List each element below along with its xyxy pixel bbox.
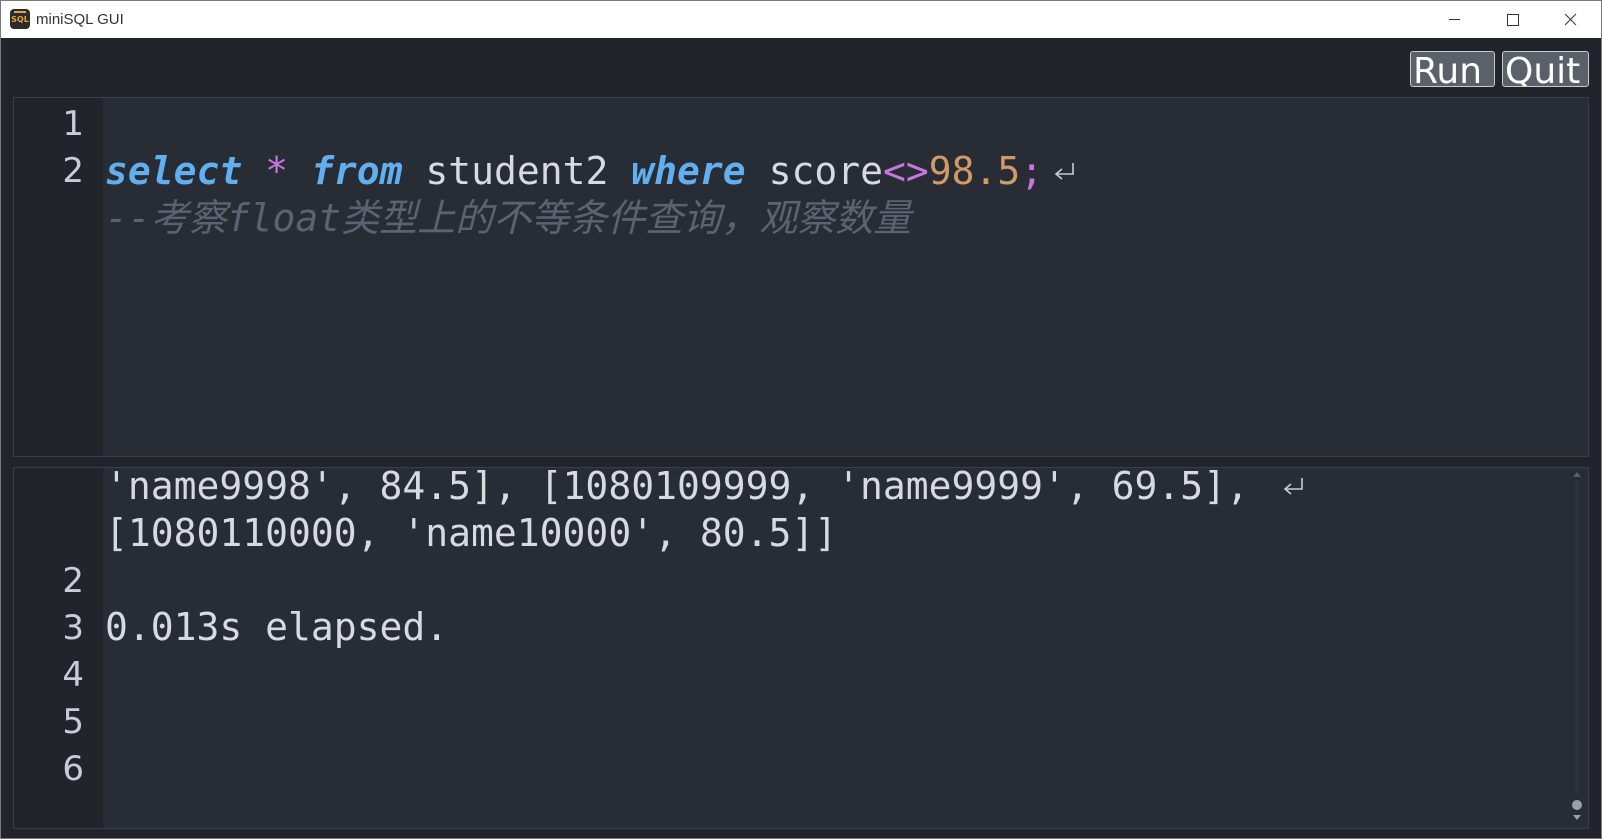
quit-button[interactable]: Quit — [1502, 51, 1589, 87]
output-line-number: 3 — [62, 608, 84, 648]
sql-statement-line: select * from student2 where score<>98.5… — [105, 147, 1079, 195]
operator: <> — [882, 149, 929, 193]
app-icon-label: SQL — [11, 15, 29, 24]
keyword-from: from — [310, 149, 403, 193]
output-line-number: 5 — [62, 702, 84, 742]
output-gutter: 2 3 4 5 6 — [14, 468, 103, 828]
line-wrap-icon — [1283, 478, 1303, 495]
column-name: score — [768, 149, 883, 193]
close-button[interactable] — [1542, 1, 1600, 38]
scroll-thumb[interactable] — [1572, 800, 1582, 810]
value-literal: 98.5 — [928, 149, 1021, 193]
query-editor[interactable]: 1 2 select * from student2 where score<>… — [13, 97, 1589, 457]
output-line-number: 2 — [62, 561, 84, 601]
editor-line-number: 2 — [62, 151, 84, 191]
sql-comment-line: --考察float类型上的不等条件查询，观察数量 — [105, 196, 912, 240]
output-scrollbar[interactable] — [1572, 472, 1582, 820]
title-bar[interactable]: SQL miniSQL GUI — [1, 1, 1601, 38]
keyword-where: where — [631, 149, 746, 193]
minimize-button[interactable] — [1426, 1, 1484, 38]
result-text-wrapped-2: [1080110000, 'name10000', 80.5]] — [105, 511, 838, 555]
table-name: student2 — [425, 149, 609, 193]
elapsed-time: 0.013s elapsed. — [105, 605, 449, 649]
maximize-button[interactable] — [1484, 1, 1542, 38]
keyword-select: select — [105, 149, 243, 193]
editor-line-number: 1 — [62, 104, 84, 144]
line-wrap-icon — [1054, 163, 1074, 180]
result-text-wrapped-1: 'name9998', 84.5], [1080109999, 'name999… — [105, 467, 1272, 508]
window-title: miniSQL GUI — [36, 11, 124, 28]
output-line-number: 4 — [62, 655, 84, 695]
output-console[interactable]: 2 3 4 5 6 'name9998', 84.5], [1080109999… — [13, 467, 1589, 829]
scroll-down-icon[interactable] — [1573, 815, 1581, 820]
editor-gutter: 1 2 — [14, 98, 103, 456]
run-button[interactable]: Run — [1410, 51, 1495, 87]
toolbar: Run Quit — [1, 38, 1601, 94]
result-line: 'name9998', 84.5], [1080109999, 'name999… — [105, 467, 1308, 510]
app-sql-icon: SQL — [10, 9, 30, 29]
app-window: SQL miniSQL GUI Run Quit 1 2 select * fr… — [0, 0, 1602, 839]
maximize-icon — [1507, 14, 1519, 26]
scroll-up-icon[interactable] — [1573, 472, 1581, 477]
scroll-track[interactable] — [1575, 480, 1579, 794]
output-text: 'name9998', 84.5], [1080109999, 'name999… — [105, 468, 1554, 828]
statement-terminator: ; — [1020, 149, 1044, 193]
output-line-number: 6 — [62, 749, 84, 789]
close-icon — [1564, 13, 1577, 26]
editor-code[interactable]: select * from student2 where score<>98.5… — [105, 98, 1554, 456]
minimize-icon — [1449, 19, 1460, 20]
select-star: * — [265, 149, 289, 193]
